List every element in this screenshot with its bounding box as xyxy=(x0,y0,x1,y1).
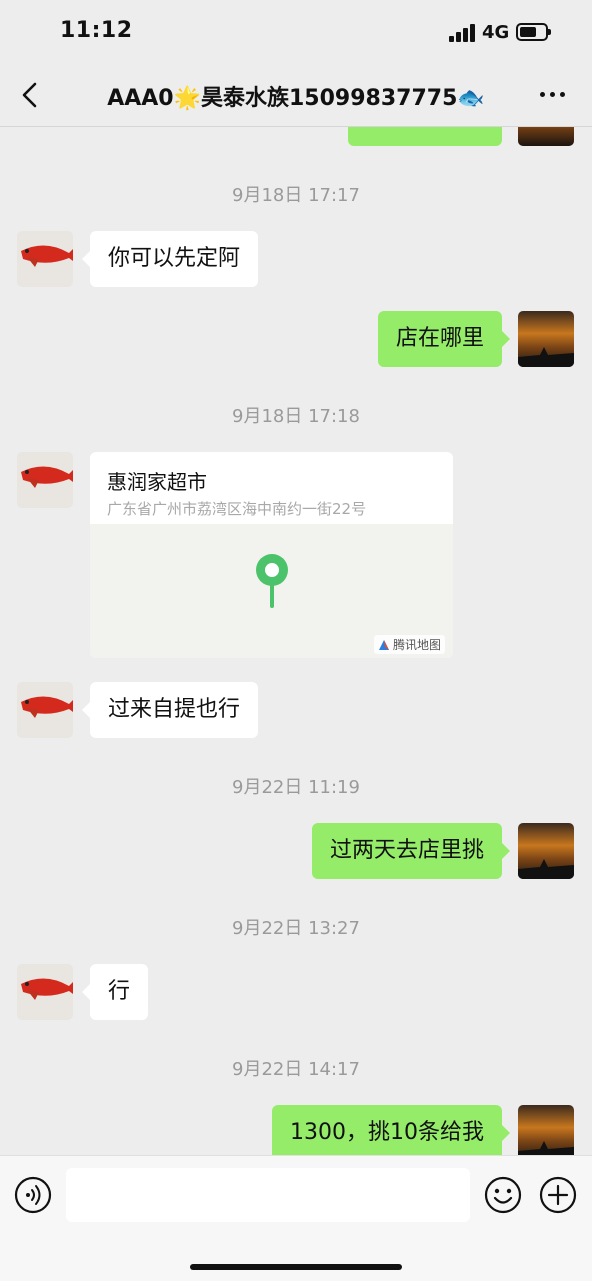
message-bubble[interactable]: 过两天去店里挑 xyxy=(311,823,511,879)
my-avatar[interactable] xyxy=(518,311,574,367)
my-avatar[interactable] xyxy=(518,1105,574,1155)
message-input[interactable] xyxy=(66,1168,470,1222)
message-timestamp: 9月22日 13:27 xyxy=(232,918,360,939)
emoji-icon[interactable] xyxy=(484,1176,522,1214)
voice-input-icon[interactable] xyxy=(14,1176,52,1214)
message-bubble[interactable]: 行 xyxy=(81,964,149,1020)
map-pin-icon xyxy=(256,554,288,608)
chat-header: AAA0🌟昊泰水族15099837775🐟 xyxy=(0,64,592,127)
tencent-map-icon xyxy=(378,640,389,650)
contact-avatar[interactable] xyxy=(17,231,73,287)
more-options-icon[interactable] xyxy=(540,92,566,100)
message-bubble[interactable]: 1300，挑10条给我 xyxy=(272,1105,510,1155)
status-time: 11:12 xyxy=(60,18,133,43)
signal-icon xyxy=(449,24,477,42)
location-address: 广东省广州市荔湾区海中南约一街22号 xyxy=(107,500,367,518)
chat-title: AAA0🌟昊泰水族15099837775🐟 xyxy=(107,86,485,111)
contact-avatar[interactable] xyxy=(17,452,73,508)
input-bar xyxy=(0,1155,592,1281)
my-avatar[interactable] xyxy=(518,823,574,879)
map-brand-label: 腾讯地图 xyxy=(373,635,445,654)
message-timestamp: 9月18日 17:18 xyxy=(232,406,360,427)
message-bubble[interactable]: 店在哪里 xyxy=(377,311,511,367)
network-type: 4G xyxy=(482,22,510,43)
contact-avatar[interactable] xyxy=(17,682,73,738)
battery-icon xyxy=(516,23,551,41)
message-bubble[interactable]: 过来自提也行 xyxy=(81,682,259,738)
location-card[interactable]: 惠润家超市 广东省广州市荔湾区海中南约一街22号 腾讯地图 xyxy=(90,452,453,658)
message-bubble[interactable]: 你可以先定阿 xyxy=(81,231,259,287)
home-indicator xyxy=(190,1264,402,1270)
location-map[interactable]: 腾讯地图 xyxy=(90,524,453,658)
map-brand-text: 腾讯地图 xyxy=(392,638,441,652)
message-timestamp: 9月18日 17:17 xyxy=(232,185,360,206)
message-timestamp: 9月22日 14:17 xyxy=(232,1059,360,1080)
location-name: 惠润家超市 xyxy=(107,470,207,494)
status-bar: 11:12 4G xyxy=(0,0,592,64)
message-list[interactable]: 9月18日 17:17 你可以先定阿 店在哪里 9月18日 17:18 惠润家超… xyxy=(0,65,592,1155)
contact-avatar[interactable] xyxy=(17,964,73,1020)
message-timestamp: 9月22日 11:19 xyxy=(232,777,360,798)
back-arrow-icon[interactable] xyxy=(18,80,46,110)
plus-icon[interactable] xyxy=(539,1176,577,1214)
